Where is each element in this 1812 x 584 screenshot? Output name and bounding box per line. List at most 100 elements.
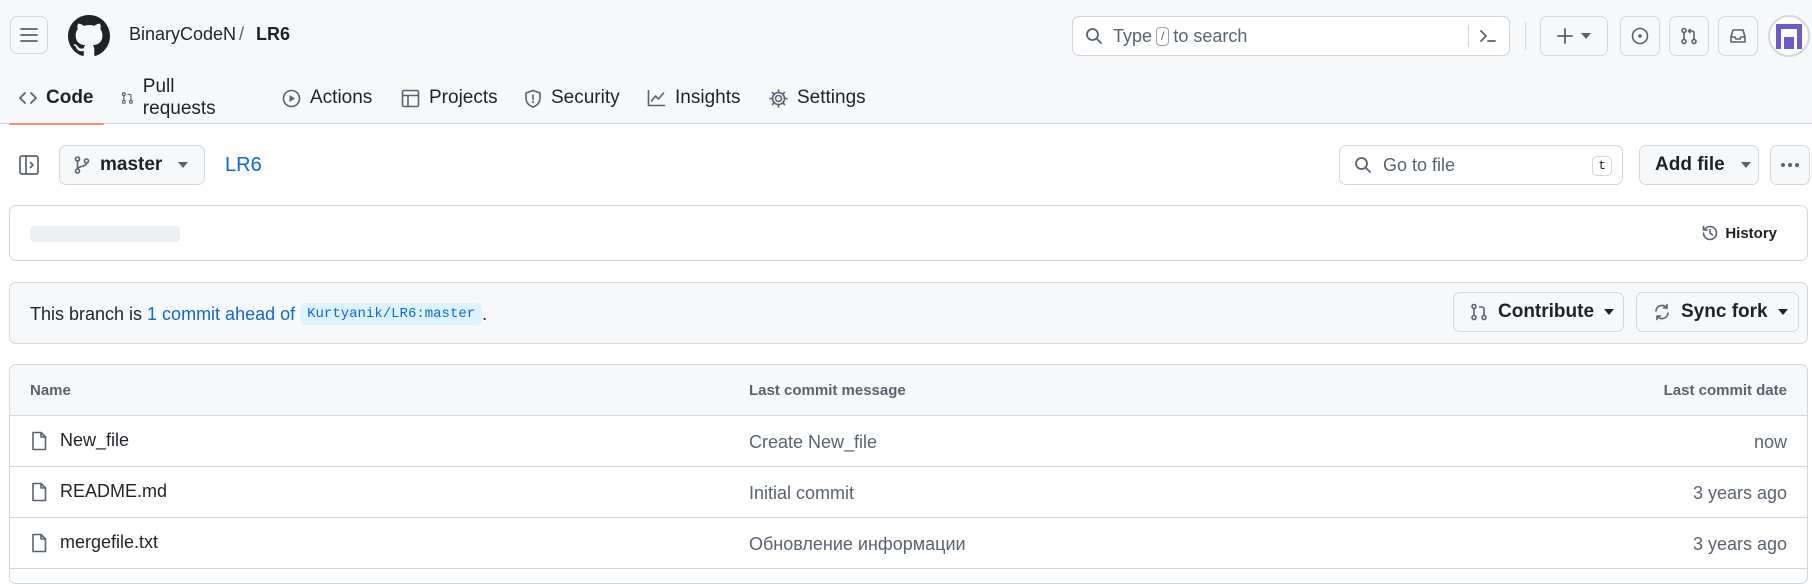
git-pull-request-icon	[121, 92, 133, 104]
file-name-cell[interactable]: mergefile.txt	[30, 532, 158, 553]
graph-icon	[647, 89, 666, 107]
tab-label: Actions	[310, 87, 373, 108]
git-pull-request-icon	[1681, 27, 1697, 45]
shield-icon	[525, 89, 541, 108]
kebab-horizontal-icon	[1781, 163, 1799, 167]
branch-select-button[interactable]: master	[59, 145, 205, 185]
tab-security[interactable]: Security	[524, 72, 620, 124]
tab-pull-requests[interactable]: Pull requests	[121, 72, 221, 124]
branch-status-suffix: .	[482, 303, 488, 324]
loading-skeleton	[30, 226, 180, 242]
caret-down-icon	[1604, 309, 1615, 315]
file-name[interactable]: New_file	[60, 430, 129, 451]
commits-ahead-link[interactable]: 1 commit ahead of	[147, 304, 295, 325]
search-shortcut-key: /	[1156, 26, 1170, 46]
tab-label: Settings	[797, 87, 866, 108]
search-input[interactable]: Type / to search	[1072, 16, 1510, 56]
code-icon	[19, 92, 37, 104]
git-pull-request-icon	[1471, 303, 1487, 321]
breadcrumb-owner[interactable]: BinaryCodeN	[129, 24, 236, 45]
sync-fork-button[interactable]: Sync fork	[1636, 292, 1799, 332]
column-header-name: Name	[30, 382, 71, 399]
inbox-icon	[1730, 29, 1746, 43]
commit-date: now	[1753, 432, 1787, 452]
file-table: Name Last commit message Last commit dat…	[9, 364, 1808, 584]
tab-projects[interactable]: Projects	[401, 72, 498, 124]
breadcrumb-separator: /	[239, 24, 245, 44]
sync-icon	[1655, 303, 1669, 321]
tab-label: Projects	[429, 87, 498, 108]
commit-message[interactable]: Initial commit	[749, 483, 854, 504]
file-icon	[32, 431, 47, 450]
file-name[interactable]: README.md	[60, 481, 167, 502]
avatar[interactable]	[1768, 15, 1810, 57]
inbox-button[interactable]	[1718, 16, 1758, 56]
create-new-button[interactable]	[1540, 16, 1608, 56]
issue-opened-icon	[1631, 27, 1649, 45]
tab-label: Insights	[675, 87, 741, 108]
command-palette-icon[interactable]	[1479, 27, 1497, 45]
commit-date: 3 years ago	[1692, 483, 1787, 503]
menu-button[interactable]	[10, 16, 48, 54]
play-icon	[282, 89, 301, 107]
sidebar-toggle-icon[interactable]	[18, 154, 40, 176]
plus-icon	[1557, 28, 1573, 44]
gear-icon	[769, 88, 788, 108]
table-row[interactable]: mergefile.txt Обновление информации 3 ye…	[10, 518, 1807, 569]
hamburger-icon	[20, 28, 38, 42]
tab-settings[interactable]: Settings	[769, 72, 866, 124]
branch-name: master	[100, 154, 163, 175]
commit-date: 3 years ago	[1692, 534, 1787, 554]
branch-status-text: This branch is 1 commit ahead of Kurtyan…	[30, 303, 487, 325]
file-name-cell[interactable]: README.md	[30, 481, 167, 502]
caret-down-icon	[1777, 309, 1788, 315]
table-row[interactable]: New_file Create New_file now	[10, 416, 1807, 467]
caret-down-icon	[1740, 162, 1751, 168]
commit-message[interactable]: Обновление информации	[749, 534, 966, 555]
sync-fork-label: Sync fork	[1681, 301, 1768, 322]
history-label: History	[1725, 224, 1777, 242]
search-suffix: to search	[1173, 25, 1248, 46]
caret-down-icon	[178, 162, 189, 168]
file-icon	[32, 482, 47, 501]
file-name[interactable]: mergefile.txt	[60, 532, 158, 553]
contribute-label: Contribute	[1498, 301, 1595, 322]
history-button[interactable]: History	[1701, 224, 1777, 242]
add-file-button[interactable]: Add file	[1639, 145, 1759, 185]
caret-down-icon	[1581, 33, 1591, 39]
avatar-image-icon	[1776, 24, 1802, 49]
git-branch-icon	[74, 156, 90, 174]
file-icon	[32, 533, 47, 552]
github-logo-icon[interactable]	[68, 15, 110, 57]
search-icon	[1355, 157, 1371, 173]
tab-label: Security	[551, 87, 620, 108]
branch-status-box: This branch is 1 commit ahead of Kurtyan…	[9, 282, 1808, 344]
pull-requests-button[interactable]	[1669, 16, 1709, 56]
top-bar: BinaryCodeN / LR6 Type / to search	[0, 0, 1812, 72]
tab-code[interactable]: Code	[9, 72, 103, 125]
search-prefix: Type	[1113, 25, 1153, 46]
search-placeholder: Type / to search	[1113, 26, 1247, 47]
app-header: BinaryCodeN / LR6 Type / to search Code …	[0, 0, 1812, 125]
repo-name-link[interactable]: LR6	[225, 154, 262, 177]
upstream-ref-badge[interactable]: Kurtyanik/LR6:master	[300, 303, 483, 325]
issues-button[interactable]	[1620, 16, 1660, 56]
header-divider	[1525, 22, 1526, 50]
table-header: Name Last commit message Last commit dat…	[10, 365, 1807, 416]
commit-message[interactable]: Create New_file	[749, 432, 877, 453]
table-row[interactable]: README.md Initial commit 3 years ago	[10, 467, 1807, 518]
file-name-cell[interactable]: New_file	[30, 430, 129, 451]
more-options-button[interactable]	[1770, 145, 1810, 185]
contribute-button[interactable]: Contribute	[1453, 292, 1624, 332]
go-to-file-input[interactable]: Go to file t	[1339, 145, 1623, 185]
go-to-file-shortcut-key: t	[1592, 156, 1612, 176]
branch-status-prefix: This branch is	[30, 303, 148, 324]
tab-insights[interactable]: Insights	[647, 72, 740, 124]
breadcrumb-repo[interactable]: LR6	[256, 24, 290, 45]
tab-label: Pull requests	[142, 76, 216, 119]
tab-actions[interactable]: Actions	[282, 72, 372, 124]
table-icon	[401, 89, 420, 107]
search-divider	[1468, 25, 1469, 47]
add-file-label: Add file	[1655, 154, 1725, 175]
column-header-message: Last commit message	[749, 382, 906, 399]
